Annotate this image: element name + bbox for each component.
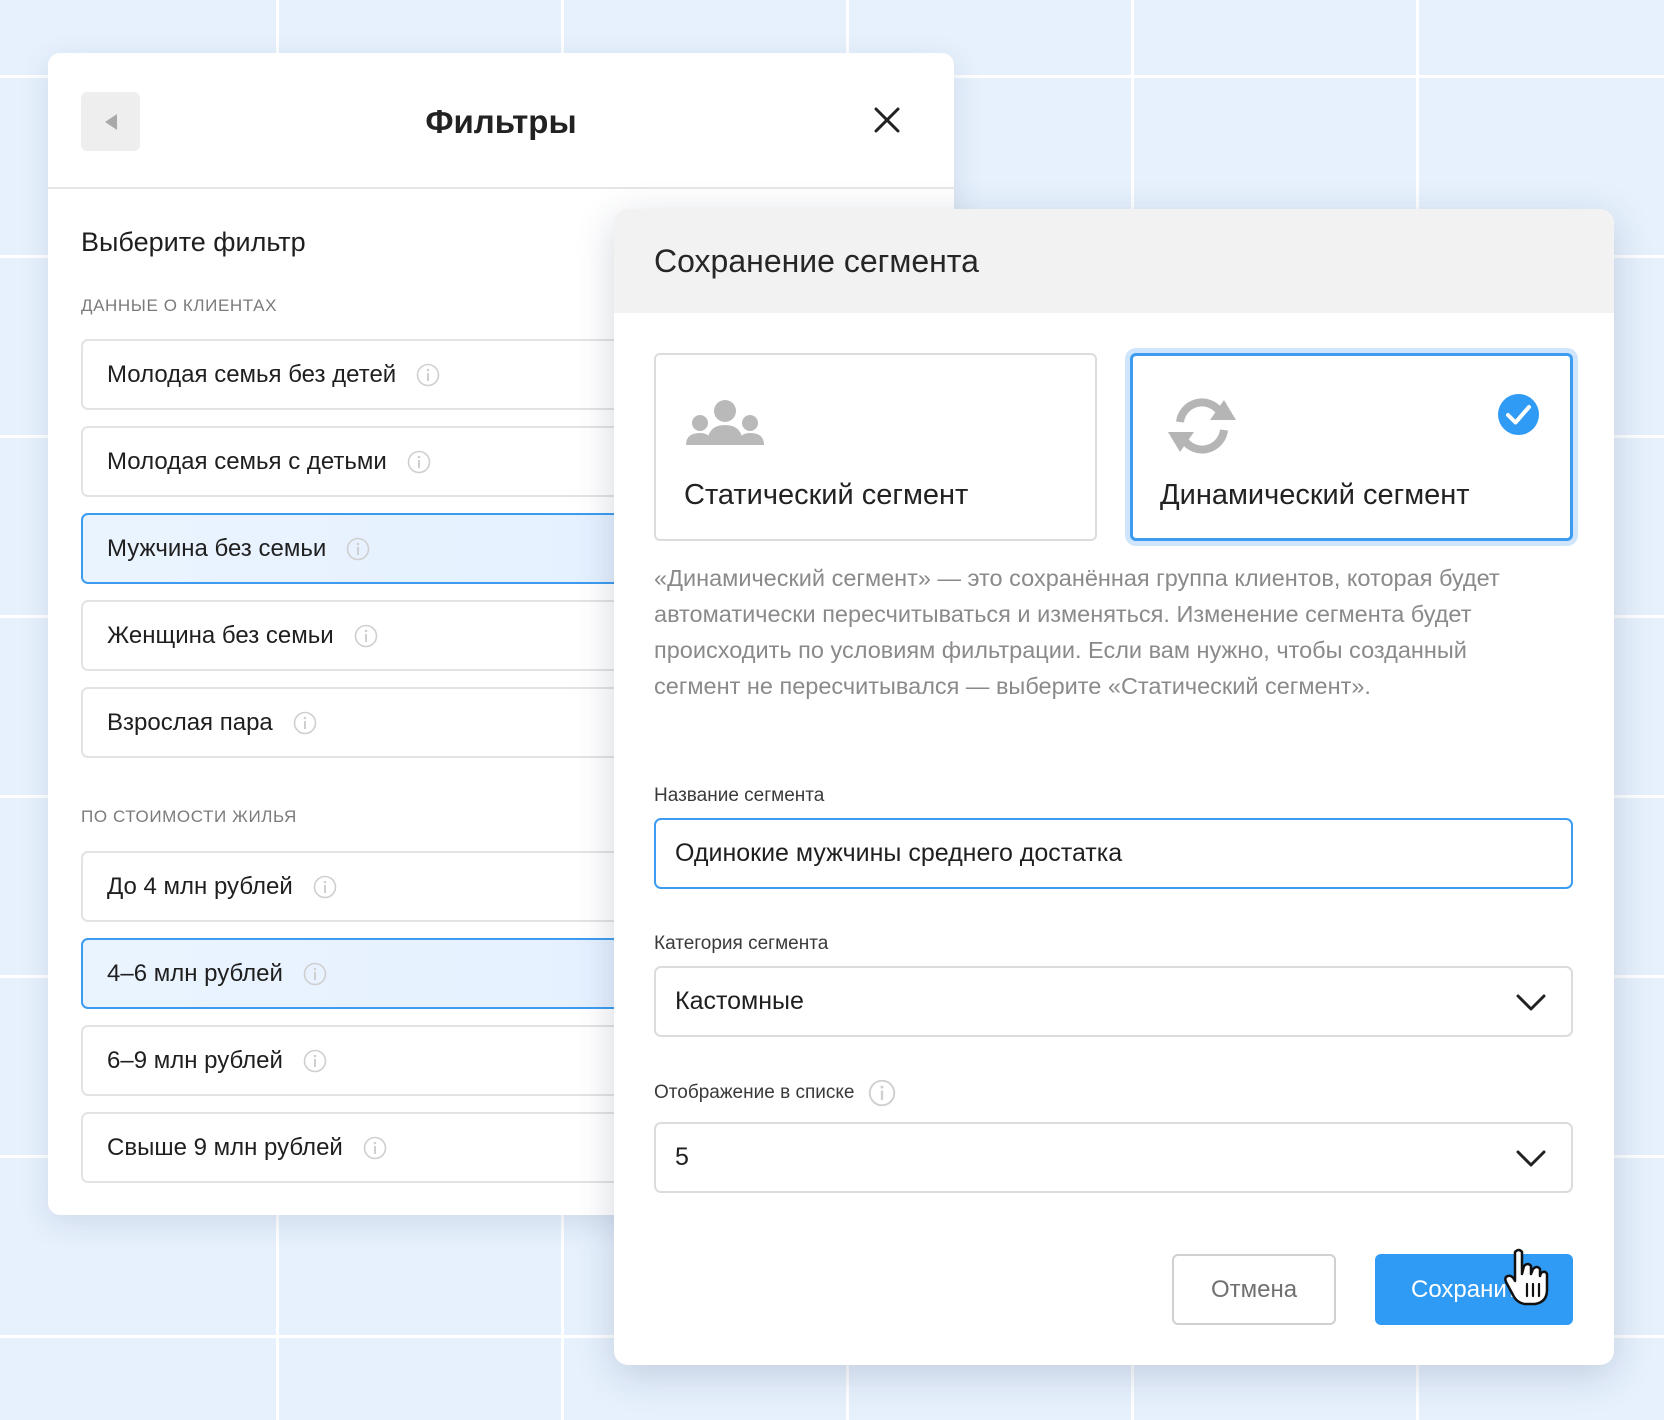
modal-header: Сохранение сегмента [614,209,1614,313]
filters-title: Фильтры [425,103,577,140]
chevron-down-icon [1516,994,1546,1011]
cancel-button[interactable]: Отмена [1172,1254,1336,1325]
dynamic-segment-label: Динамический сегмент [1160,479,1470,511]
info-icon [313,875,337,898]
close-button[interactable] [869,103,905,139]
info-icon [346,537,370,560]
hand-pointer-cursor-icon [1504,1248,1549,1306]
checkmark-circle-icon [1498,394,1539,435]
filter-item-label: Молодая семья без детей [107,360,397,388]
display-in-list-label-row: Отображение в списке [654,1079,896,1107]
info-icon [303,962,327,985]
info-icon [293,711,317,734]
segment-name-label: Название сегмента [654,785,825,806]
section-label-client-data: ДАННЫЕ О КЛИЕНТАХ [81,296,278,315]
filters-header: Фильтры [48,53,954,189]
info-icon [407,450,431,473]
info-icon [354,624,377,647]
display-in-list-label: Отображение в списке [654,1082,855,1103]
info-icon [416,363,440,386]
select-filter-title: Выберите фильтр [81,227,306,257]
section-label-housing-cost: ПО СТОИМОСТИ ЖИЛЬЯ [81,807,297,826]
close-icon [874,107,900,132]
display-in-list-select[interactable]: 5 [654,1122,1573,1193]
chevron-down-icon [1516,1150,1546,1167]
dynamic-segment-option[interactable]: Динамический сегмент [1130,353,1573,541]
filter-item-label: 4–6 млн рублей [107,959,283,987]
segment-category-select[interactable]: Кастомные [654,966,1573,1037]
users-group-icon [686,400,764,445]
save-segment-modal: Сохранение сегмента Статический сегмент … [614,209,1614,1365]
modal-title: Сохранение сегмента [654,242,979,279]
filter-item-label: Свыше 9 млн рублей [107,1133,343,1161]
filter-item-label: Мужчина без семьи [107,534,327,562]
segment-category-label: Категория сегмента [654,933,829,954]
display-in-list-value: 5 [675,1143,689,1171]
info-icon[interactable] [868,1079,896,1107]
static-segment-label: Статический сегмент [684,479,969,511]
info-icon [303,1049,327,1072]
filter-item-label: До 4 млн рублей [107,872,293,900]
segment-category-value: Кастомные [675,987,804,1015]
segment-description: «Динамический сегмент» — это сохранённая… [654,565,1500,699]
filter-item-label: Женщина без семьи [107,621,334,649]
filter-item-label: Молодая семья с детьми [107,447,387,475]
static-segment-option[interactable]: Статический сегмент [654,353,1097,541]
info-icon [363,1136,387,1159]
segment-name-input[interactable] [654,818,1573,889]
filter-item-label: Взрослая пара [107,708,273,736]
refresh-icon [1168,398,1236,454]
filter-item-label: 6–9 млн рублей [107,1046,283,1074]
